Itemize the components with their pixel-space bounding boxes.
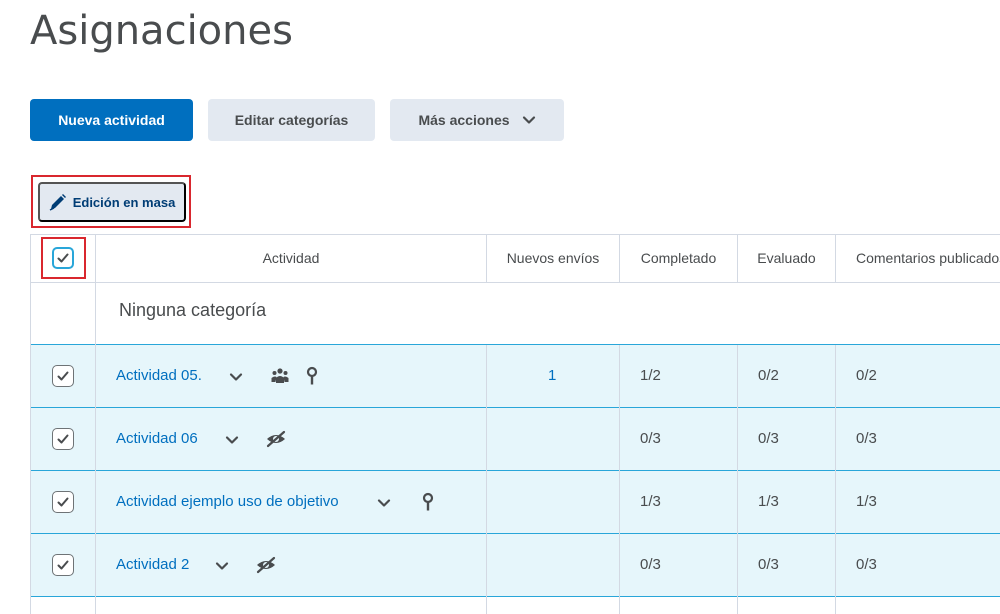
chevron-down-icon[interactable] <box>224 432 240 448</box>
divider <box>30 407 1000 408</box>
divider <box>835 234 836 282</box>
feedback-value: 0/2 <box>856 367 877 384</box>
divider <box>30 282 1000 283</box>
divider <box>30 344 1000 345</box>
feedback-value: 1/3 <box>856 493 877 510</box>
completed-value: 1/2 <box>640 367 661 384</box>
evaluated-value: 0/2 <box>758 367 779 384</box>
pencil-icon <box>49 194 66 211</box>
more-actions-button[interactable]: Más acciones <box>390 99 564 141</box>
group-icon <box>270 366 290 386</box>
divider <box>95 234 96 614</box>
divider <box>30 234 31 614</box>
header-feedback-published[interactable]: Comentarios publicados <box>856 234 1000 282</box>
header-activity[interactable]: Actividad <box>96 234 486 282</box>
check-icon <box>57 253 69 263</box>
divider <box>30 470 1000 471</box>
evaluated-value: 0/3 <box>758 556 779 573</box>
check-icon <box>57 434 69 444</box>
activity-link[interactable]: Actividad ejemplo uso de objetivo <box>116 493 339 510</box>
divider <box>30 533 1000 534</box>
feedback-value: 0/3 <box>856 430 877 447</box>
header-evaluated[interactable]: Evaluado <box>738 234 835 282</box>
evaluated-value: 1/3 <box>758 493 779 510</box>
page-title: Asignaciones <box>30 8 293 54</box>
divider <box>737 345 738 614</box>
activity-link[interactable]: Actividad 05. <box>116 367 202 384</box>
check-icon <box>57 560 69 570</box>
new-submissions-link[interactable]: 1 <box>548 367 556 384</box>
hidden-eye-icon <box>265 429 287 449</box>
chevron-down-icon[interactable] <box>376 495 392 511</box>
edit-categories-button[interactable]: Editar categorías <box>208 99 375 141</box>
objective-pin-icon <box>304 366 320 386</box>
divider <box>835 345 836 614</box>
header-completed[interactable]: Completado <box>620 234 737 282</box>
completed-value: 0/3 <box>640 430 661 447</box>
check-icon <box>57 497 69 507</box>
chevron-down-icon[interactable] <box>228 369 244 385</box>
completed-value: 0/3 <box>640 556 661 573</box>
bulk-edit-label: Edición en masa <box>72 194 176 210</box>
chevron-down-icon[interactable] <box>214 558 230 574</box>
divider <box>619 345 620 614</box>
row-checkbox[interactable] <box>52 428 74 450</box>
check-icon <box>57 371 69 381</box>
hidden-eye-icon <box>255 555 277 575</box>
chevron-down-icon <box>522 116 535 124</box>
row-checkbox[interactable] <box>52 491 74 513</box>
row-checkbox[interactable] <box>52 365 74 387</box>
completed-value: 1/3 <box>640 493 661 510</box>
objective-pin-icon <box>420 492 436 512</box>
more-actions-label: Más acciones <box>418 112 510 128</box>
category-label: Ninguna categoría <box>119 300 267 320</box>
bulk-edit-button[interactable]: Edición en masa <box>38 182 186 222</box>
divider <box>30 596 1000 597</box>
new-activity-button[interactable]: Nueva actividad <box>30 99 193 141</box>
activity-link[interactable]: Actividad 2 <box>116 556 189 573</box>
select-all-checkbox[interactable] <box>52 247 74 269</box>
feedback-value: 0/3 <box>856 556 877 573</box>
activity-link[interactable]: Actividad 06 <box>116 430 198 447</box>
header-new-submissions[interactable]: Nuevos envíos <box>487 234 619 282</box>
divider <box>486 345 487 614</box>
evaluated-value: 0/3 <box>758 430 779 447</box>
row-checkbox[interactable] <box>52 554 74 576</box>
activities-table: Actividad Nuevos envíos Completado Evalu… <box>30 234 1000 614</box>
